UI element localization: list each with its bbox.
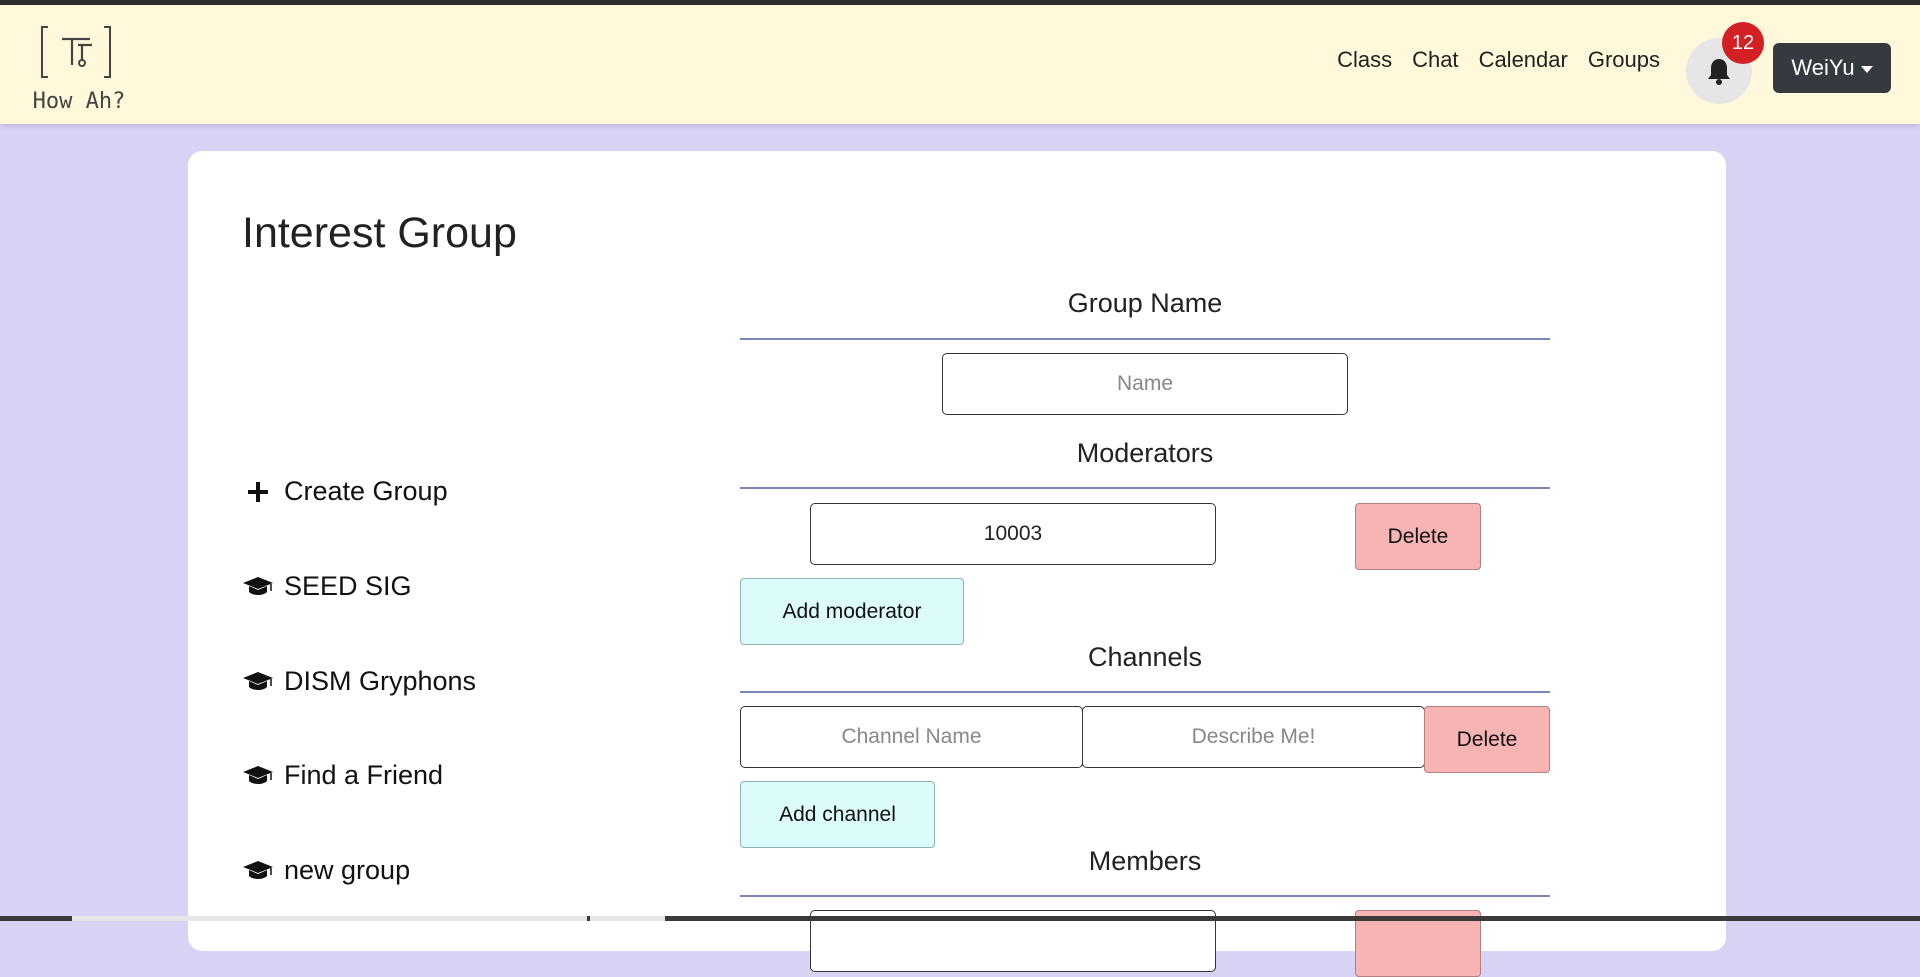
graduation-cap-icon bbox=[242, 762, 274, 790]
channel-description-input[interactable] bbox=[1082, 706, 1425, 768]
sidebar-item-label: new group bbox=[284, 855, 411, 885]
sidebar-item-new-group[interactable]: new group bbox=[242, 855, 410, 886]
channels-heading: Channels bbox=[1087, 642, 1203, 672]
page-title: Interest Group bbox=[242, 209, 517, 257]
sidebar-item-label: SEED SIG bbox=[284, 571, 412, 601]
sidebar-item-label: Find a Friend bbox=[284, 760, 444, 790]
create-group-label: Create Group bbox=[284, 476, 448, 506]
logo-icon bbox=[38, 23, 114, 81]
sidebar-item-label: DISM Gryphons bbox=[284, 666, 477, 696]
delete-moderator-button[interactable]: Delete bbox=[1355, 503, 1481, 570]
create-group-button[interactable]: Create Group bbox=[242, 476, 448, 507]
channel-name-input[interactable] bbox=[740, 706, 1083, 768]
sidebar-item-find-a-friend[interactable]: Find a Friend bbox=[242, 760, 443, 791]
divider bbox=[740, 487, 1550, 489]
add-channel-button[interactable]: Add channel bbox=[740, 781, 935, 848]
divider bbox=[740, 338, 1550, 340]
add-moderator-button[interactable]: Add moderator bbox=[740, 578, 964, 645]
navbar: How Ah? Class Chat Calendar Groups 12 We… bbox=[0, 5, 1920, 124]
nav-link-chat[interactable]: Chat bbox=[1412, 43, 1458, 77]
window-bottom-border bbox=[0, 916, 1920, 921]
graduation-cap-icon bbox=[242, 573, 274, 601]
nav-link-calendar[interactable]: Calendar bbox=[1479, 43, 1568, 77]
sidebar-item-seed-sig[interactable]: SEED SIG bbox=[242, 571, 412, 602]
nav-link-groups[interactable]: Groups bbox=[1588, 43, 1660, 77]
graduation-cap-icon bbox=[242, 857, 274, 885]
user-menu-button[interactable]: WeiYu bbox=[1773, 43, 1891, 93]
caret-down-icon bbox=[1860, 65, 1873, 73]
members-heading: Members bbox=[1088, 846, 1202, 876]
divider bbox=[740, 895, 1550, 897]
nav-links: Class Chat Calendar Groups bbox=[1337, 43, 1660, 77]
divider bbox=[740, 691, 1550, 693]
moderators-heading: Moderators bbox=[1076, 438, 1214, 468]
delete-channel-button[interactable]: Delete bbox=[1424, 706, 1550, 773]
graduation-cap-icon bbox=[242, 668, 274, 696]
user-name: WeiYu bbox=[1791, 55, 1855, 80]
main-card: Interest Group Create Group SEED SIG DIS… bbox=[188, 151, 1726, 977]
plus-icon bbox=[242, 478, 274, 506]
moderator-id-input[interactable] bbox=[810, 503, 1216, 565]
notification-badge: 12 bbox=[1722, 22, 1764, 64]
sidebar-item-dism-gryphons[interactable]: DISM Gryphons bbox=[242, 666, 476, 697]
brand-logo[interactable]: How Ah? bbox=[24, 19, 134, 119]
group-name-input[interactable] bbox=[942, 353, 1348, 415]
nav-link-class[interactable]: Class bbox=[1337, 43, 1392, 77]
brand-name: How Ah? bbox=[32, 89, 126, 114]
bell-icon bbox=[1708, 59, 1730, 85]
group-name-heading: Group Name bbox=[1067, 288, 1223, 318]
